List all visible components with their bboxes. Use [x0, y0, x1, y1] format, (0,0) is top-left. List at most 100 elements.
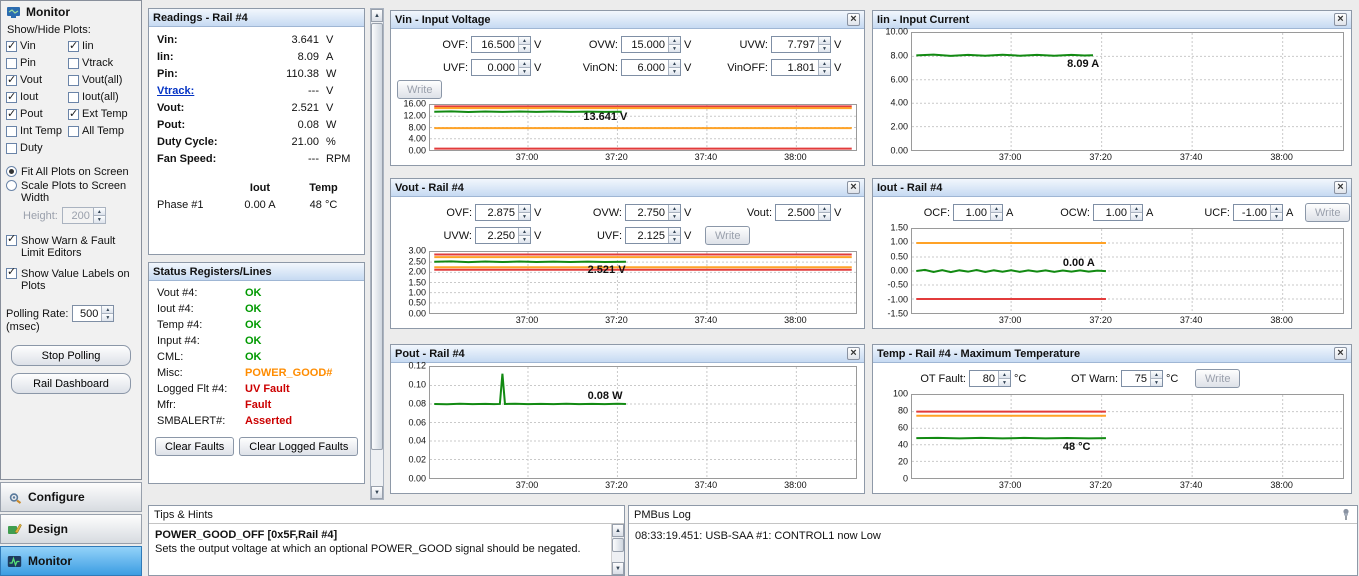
plot-toggle-vtrack[interactable]: Vtrack	[68, 55, 136, 71]
iout-write-button[interactable]: Write	[1305, 203, 1351, 222]
nav-monitor[interactable]: Monitor	[0, 546, 142, 576]
plots-scrollbar[interactable]	[370, 8, 384, 500]
vout-write-button[interactable]: Write	[705, 226, 751, 245]
spinner-down-icon[interactable]	[519, 45, 530, 52]
temp-write-button[interactable]: Write	[1195, 369, 1241, 388]
nav-configure[interactable]: Configure	[0, 482, 142, 512]
spinner-up-icon[interactable]	[669, 60, 680, 68]
fit-all-plots-radio[interactable]: Fit All Plots on Screen	[1, 165, 141, 179]
show-value-labels-checkbox[interactable]: Show Value Labels on Plots	[1, 266, 141, 293]
stop-polling-button[interactable]: Stop Polling	[11, 345, 131, 366]
ot-fault-spinner[interactable]: 80	[969, 370, 1011, 387]
spinner-up-icon[interactable]	[519, 37, 530, 45]
spinner-down-icon[interactable]	[519, 213, 530, 220]
spinner-up-icon[interactable]	[519, 205, 530, 213]
vin-off-spinner[interactable]: 1.801	[771, 59, 831, 76]
spinner-up-icon[interactable]	[1271, 205, 1282, 213]
scrollbar-track[interactable]	[371, 22, 383, 486]
spinner-down-icon[interactable]	[669, 236, 680, 243]
plot-toggle-vin[interactable]: Vin	[6, 38, 68, 54]
scrollbar-thumb[interactable]	[371, 23, 383, 450]
show-warn-fault-editors-checkbox[interactable]: Show Warn & Fault Limit Editors	[1, 233, 141, 260]
scrollbar-thumb[interactable]	[612, 538, 624, 552]
spinner-up-icon[interactable]	[999, 371, 1010, 379]
spinner-up-icon[interactable]	[819, 205, 830, 213]
spinner-up-icon[interactable]	[102, 306, 114, 314]
close-icon[interactable]	[1334, 347, 1347, 360]
spinner-up-icon[interactable]	[669, 228, 680, 236]
vout-ovw-spinner[interactable]: 2.750	[625, 204, 681, 221]
plot-toggle-iin[interactable]: Iin	[68, 38, 136, 54]
vin-ovw-spinner[interactable]: 15.000	[621, 36, 681, 53]
spinner-up-icon[interactable]	[1131, 205, 1142, 213]
plot-toggle-pin[interactable]: Pin	[6, 55, 68, 71]
spinner-down-icon[interactable]	[819, 68, 830, 75]
close-icon[interactable]	[847, 13, 860, 26]
spinner-up-icon[interactable]	[669, 37, 680, 45]
spinner-down-icon[interactable]	[102, 314, 114, 321]
spinner-up-icon[interactable]	[519, 228, 530, 236]
close-icon[interactable]	[1334, 13, 1347, 26]
plot-toggle-vout-all[interactable]: Vout(all)	[68, 72, 136, 88]
spinner-down-icon[interactable]	[819, 45, 830, 52]
plot-toggle-all-temp[interactable]: All Temp	[68, 123, 136, 139]
spinner-up-icon[interactable]	[991, 205, 1002, 213]
vin-ovf-spinner[interactable]: 16.500	[471, 36, 531, 53]
spinner-down-icon[interactable]	[669, 45, 680, 52]
spinner-down-icon[interactable]	[1271, 213, 1282, 220]
scroll-down-icon[interactable]	[612, 562, 624, 575]
spinner-up-icon[interactable]	[1151, 371, 1162, 379]
plot-toggle-iout[interactable]: Iout	[6, 89, 68, 105]
vtrack-link[interactable]: Vtrack:	[157, 85, 194, 97]
spinner-down-icon[interactable]	[991, 213, 1002, 220]
spinner-down-icon[interactable]	[1151, 379, 1162, 386]
vout-ovf-spinner[interactable]: 2.875	[475, 204, 531, 221]
vout-uvf-spinner[interactable]: 2.125	[625, 227, 681, 244]
vin-on-spinner[interactable]: 6.000	[621, 59, 681, 76]
spinner-down-icon[interactable]	[999, 379, 1010, 386]
spinner-up-icon[interactable]	[519, 60, 530, 68]
spinner-up-icon[interactable]	[819, 60, 830, 68]
plot-toggle-iout-all[interactable]: Iout(all)	[68, 89, 136, 105]
scrollbar-track[interactable]	[612, 537, 624, 562]
checkbox-label: Iout(all)	[82, 91, 119, 103]
spinner-down-icon[interactable]	[669, 68, 680, 75]
close-icon[interactable]	[1334, 181, 1347, 194]
close-icon[interactable]	[847, 347, 860, 360]
plot-toggle-ext-temp[interactable]: Ext Temp	[68, 106, 136, 122]
spinner-down-icon[interactable]	[519, 68, 530, 75]
pin-icon[interactable]	[1340, 508, 1352, 521]
rail-dashboard-button[interactable]: Rail Dashboard	[11, 373, 131, 394]
spinner-up-icon[interactable]	[669, 205, 680, 213]
scroll-up-icon[interactable]	[612, 524, 624, 537]
vin-write-button[interactable]: Write	[397, 80, 443, 99]
polling-rate-spinner[interactable]: 500	[72, 305, 115, 322]
iout-ocf-spinner[interactable]: 1.00	[953, 204, 1003, 221]
spinner-down-icon[interactable]	[669, 213, 680, 220]
spinner-up-icon[interactable]	[819, 37, 830, 45]
iout-plot-area: 1.50 1.00 0.50 0.00 -0.50 -1.00 -1.50 0.…	[873, 223, 1351, 319]
nav-design[interactable]: Design	[0, 514, 142, 544]
plot-toggle-int-temp[interactable]: Int Temp	[6, 123, 68, 139]
clear-faults-button[interactable]: Clear Faults	[155, 437, 235, 456]
vout-uvw-spinner[interactable]: 2.250	[475, 227, 531, 244]
plot-toggle-vout[interactable]: Vout	[6, 72, 68, 88]
plot-toggle-duty[interactable]: Duty	[6, 140, 68, 156]
vout-cmd-spinner[interactable]: 2.500	[775, 204, 831, 221]
ot-warn-spinner[interactable]: 75	[1121, 370, 1163, 387]
scroll-up-icon[interactable]	[371, 9, 383, 22]
iout-ocw-spinner[interactable]: 1.00	[1093, 204, 1143, 221]
vin-uvf-spinner[interactable]: 0.000	[471, 59, 531, 76]
spinner-down-icon[interactable]	[1131, 213, 1142, 220]
scale-plots-radio[interactable]: Scale Plots to Screen Width	[1, 179, 141, 205]
iout-ucf-spinner[interactable]: -1.00	[1233, 204, 1283, 221]
spinner-down-icon[interactable]	[519, 236, 530, 243]
vin-uvw-spinner[interactable]: 7.797	[771, 36, 831, 53]
clear-logged-faults-button[interactable]: Clear Logged Faults	[239, 437, 359, 456]
close-icon[interactable]	[847, 181, 860, 194]
plot-toggle-pout[interactable]: Pout	[6, 106, 68, 122]
spinner-arrows	[92, 208, 105, 223]
scroll-down-icon[interactable]	[371, 486, 383, 499]
tips-scrollbar[interactable]	[611, 524, 624, 575]
spinner-down-icon[interactable]	[819, 213, 830, 220]
